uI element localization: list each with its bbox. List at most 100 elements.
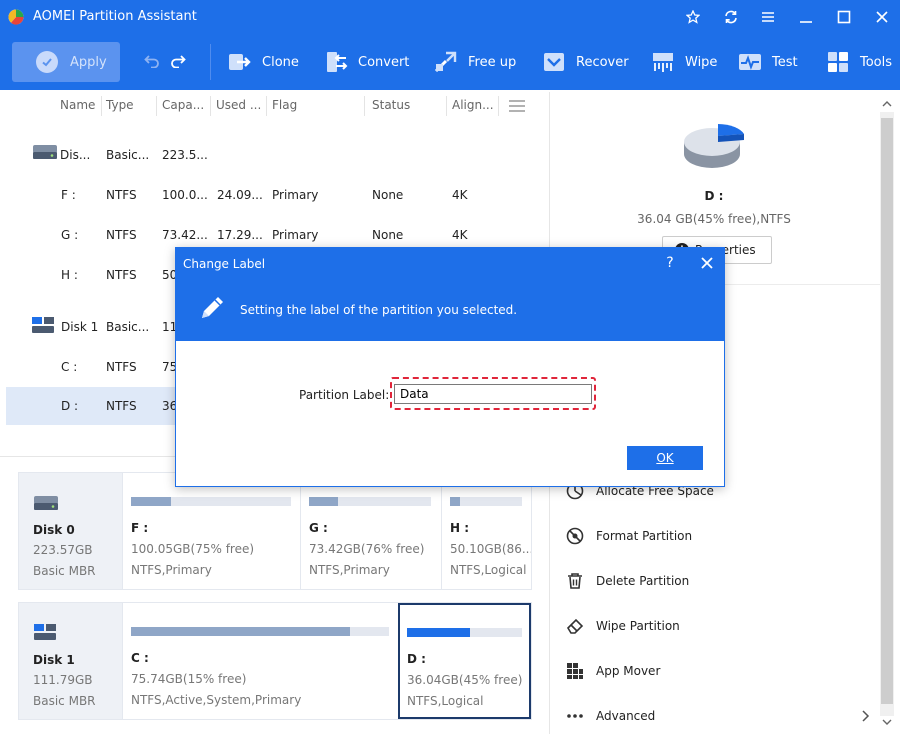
- pencil-icon: [202, 297, 223, 318]
- tools-button[interactable]: Tools: [826, 50, 892, 74]
- format-partition-item[interactable]: Format Partition: [566, 525, 692, 547]
- partition-name: H :: [450, 521, 470, 535]
- free-up-button[interactable]: Free up: [434, 50, 516, 74]
- cell-status: None: [372, 228, 404, 242]
- partition-free: 75.74GB(15% free): [131, 672, 247, 686]
- app-logo-icon: [8, 9, 24, 25]
- partition-label-input[interactable]: [394, 384, 592, 404]
- cell-type: NTFS: [106, 228, 137, 242]
- cell-name: C :: [61, 360, 78, 374]
- disk-map: Disk 0 223.57GB Basic MBR F : 100.05GB(7…: [0, 456, 548, 734]
- scroll-up-arrow-icon[interactable]: [881, 98, 893, 110]
- cell-name: F :: [61, 188, 76, 202]
- app-header: AOMEI Partition Assistant Apply Clone Co…: [0, 0, 900, 90]
- disk-info[interactable]: Disk 1 111.79GB Basic MBR: [19, 603, 122, 719]
- usage-bar: [450, 497, 522, 506]
- table-row-disk-0[interactable]: Dis... Basic... 223.5...: [6, 136, 542, 174]
- cell-type: NTFS: [106, 268, 137, 282]
- partition-box[interactable]: C : 75.74GB(15% free) NTFS,Active,System…: [122, 603, 398, 719]
- partition-free: 100.05GB(75% free): [131, 542, 255, 556]
- op-label: Delete Partition: [596, 574, 690, 588]
- check-icon: [36, 51, 58, 73]
- usage-bar: [309, 497, 431, 506]
- refresh-icon[interactable]: [721, 7, 741, 27]
- disk-size: 223.57GB: [33, 543, 93, 557]
- table-row[interactable]: F : NTFS 100.0... 24.09... Primary None …: [6, 176, 542, 214]
- column-header-alignment[interactable]: Align...: [452, 98, 494, 116]
- cell-status: None: [372, 188, 404, 202]
- close-icon[interactable]: [872, 7, 892, 27]
- convert-label: Convert: [358, 54, 410, 70]
- disk-card-0[interactable]: Disk 0 223.57GB Basic MBR F : 100.05GB(7…: [18, 472, 532, 590]
- selected-partition-name: D :: [704, 189, 724, 203]
- disk-card-1[interactable]: Disk 1 111.79GB Basic MBR C : 75.74GB(15…: [18, 602, 532, 720]
- favorite-star-icon[interactable]: [683, 7, 703, 27]
- ok-button[interactable]: OK: [627, 446, 703, 470]
- test-button[interactable]: Test: [738, 50, 798, 74]
- clone-button[interactable]: Clone: [228, 50, 299, 74]
- partition-free: 73.42GB(76% free): [309, 542, 425, 556]
- partition-box[interactable]: F : 100.05GB(75% free) NTFS,Primary: [122, 473, 300, 589]
- menu-icon[interactable]: [758, 7, 778, 27]
- help-icon[interactable]: ?: [662, 255, 678, 271]
- recover-button[interactable]: Recover: [542, 50, 629, 74]
- cell-name: Dis...: [60, 148, 91, 162]
- undo-icon[interactable]: [144, 54, 160, 68]
- usage-bar-fill: [131, 627, 351, 636]
- convert-button[interactable]: Convert: [324, 50, 409, 74]
- column-divider: [364, 96, 365, 116]
- minimize-icon[interactable]: [796, 7, 816, 27]
- advanced-item[interactable]: Advanced: [566, 705, 655, 727]
- scroll-down-arrow-icon[interactable]: [881, 716, 893, 728]
- cell-type: Basic...: [106, 148, 150, 162]
- op-label: Format Partition: [596, 529, 693, 543]
- column-header-name[interactable]: Name: [60, 98, 95, 116]
- cell-name: G :: [61, 228, 79, 242]
- column-header-used[interactable]: Used ...: [216, 98, 261, 116]
- wipe-partition-item[interactable]: Wipe Partition: [566, 615, 680, 637]
- toolbar: Apply Clone Convert Free up Recover Wipe…: [0, 40, 900, 84]
- recover-icon: [544, 53, 564, 71]
- disk-name: Disk 0: [33, 523, 75, 537]
- wipe-button[interactable]: Wipe: [651, 50, 717, 74]
- partition-name: C :: [131, 651, 149, 665]
- partition-box[interactable]: H : 50.10GB(86... NTFS,Logical: [441, 473, 531, 589]
- panel-scrollbar[interactable]: [878, 96, 896, 730]
- app-mover-icon: [567, 663, 583, 679]
- column-header-flag[interactable]: Flag: [272, 98, 297, 116]
- free-up-label: Free up: [468, 54, 517, 70]
- column-header-status[interactable]: Status: [372, 98, 410, 116]
- partition-fs: NTFS,Logical: [450, 563, 527, 577]
- usage-bar-fill: [309, 497, 339, 506]
- maximize-icon[interactable]: [834, 7, 854, 27]
- format-icon: [566, 527, 584, 545]
- partition-box[interactable]: G : 73.42GB(76% free) NTFS,Primary: [300, 473, 441, 589]
- apply-label: Apply: [70, 54, 107, 70]
- dialog-close-icon[interactable]: [700, 256, 714, 270]
- chevron-right-icon[interactable]: [860, 710, 870, 722]
- redo-icon[interactable]: [170, 54, 186, 68]
- column-settings-icon[interactable]: [509, 100, 525, 112]
- disk-info[interactable]: Disk 0 223.57GB Basic MBR: [19, 473, 122, 589]
- usage-bar: [131, 627, 389, 636]
- usage-bar-fill: [407, 628, 471, 637]
- disk-name: Disk 1: [33, 653, 75, 667]
- column-header-type[interactable]: Type: [106, 98, 134, 116]
- cell-align: 4K: [452, 228, 468, 242]
- cell-name: D :: [61, 399, 79, 413]
- op-label: App Mover: [596, 664, 661, 678]
- apply-button[interactable]: Apply: [12, 42, 120, 82]
- cell-capacity: 73.42...: [162, 228, 208, 242]
- column-divider: [266, 96, 267, 116]
- partition-label-caption: Partition Label:: [299, 388, 390, 402]
- delete-partition-item[interactable]: Delete Partition: [566, 570, 689, 592]
- scroll-thumb[interactable]: [881, 118, 893, 704]
- partition-box-selected[interactable]: D : 36.04GB(45% free) NTFS,Logical: [398, 603, 531, 719]
- cell-flag: Primary: [272, 228, 319, 242]
- column-header-capacity[interactable]: Capa...: [162, 98, 204, 116]
- recover-label: Recover: [576, 54, 629, 70]
- cell-capacity: 100.0...: [162, 188, 208, 202]
- partition-name: G :: [309, 521, 328, 535]
- hard-disk-icon: [34, 496, 58, 510]
- app-mover-item[interactable]: App Mover: [566, 660, 660, 682]
